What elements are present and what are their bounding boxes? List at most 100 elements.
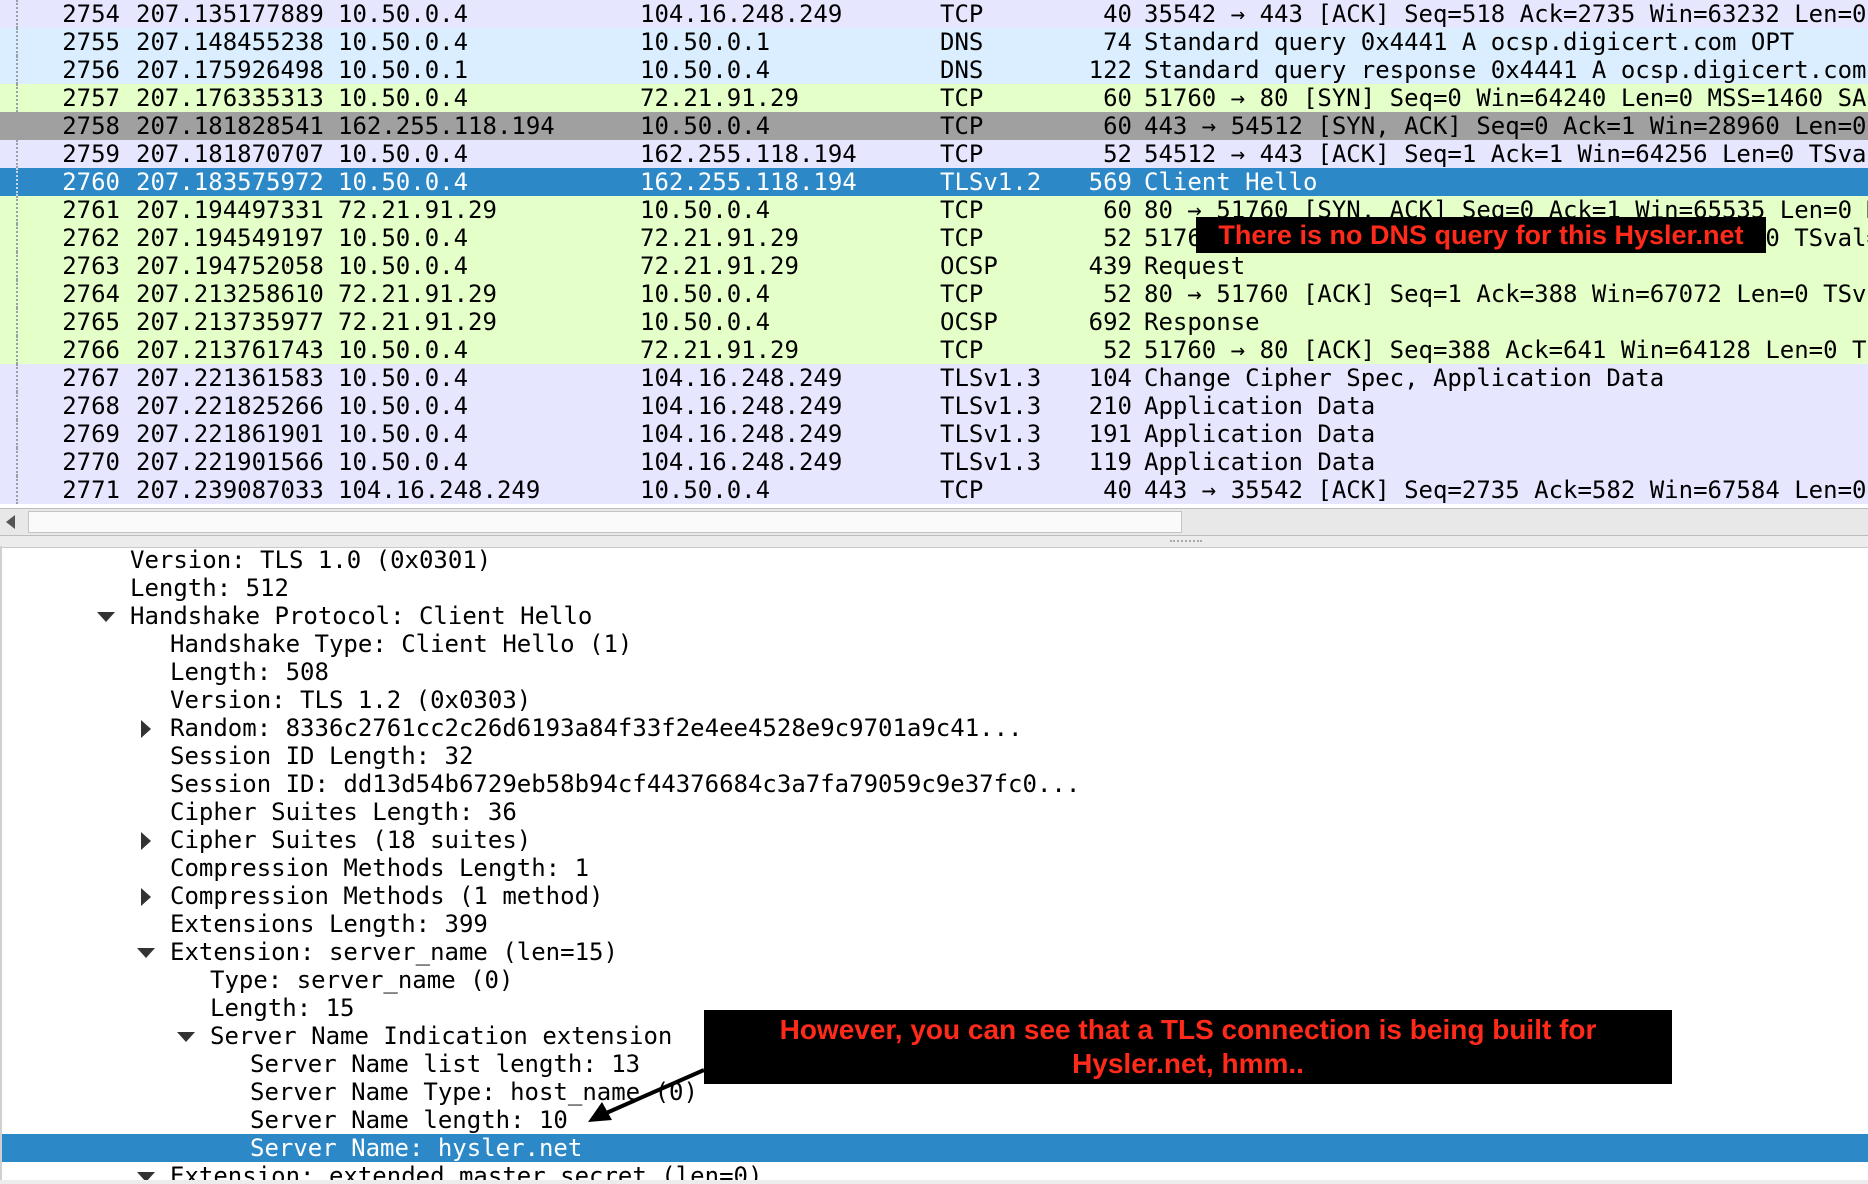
detail-tree-row[interactable]: Compression Methods (1 method) [2, 882, 1868, 910]
detail-tree-row[interactable]: Version: TLS 1.2 (0x0303) [2, 686, 1868, 714]
packet-row[interactable]: 2769 207.221861901 10.50.0.4 104.16.248.249… [0, 420, 1868, 448]
packet-time: 207.213258610 [136, 280, 324, 308]
packet-length: 52 [1103, 224, 1132, 252]
packet-info: Client Hello [1144, 168, 1318, 196]
packet-source: 10.50.0.4 [338, 168, 469, 196]
packet-info: 35542 → 443 [ACK] Seq=518 Ack=2735 Win=6… [1144, 0, 1867, 28]
collapse-right-triangle-icon[interactable] [134, 882, 158, 910]
packet-destination: 162.255.118.194 [640, 140, 857, 168]
packet-info: Standard query 0x4441 A ocsp.digicert.co… [1144, 28, 1795, 56]
packet-row[interactable]: 2771 207.239087033 104.16.248.249 10.50.0.4… [0, 476, 1868, 504]
packet-row[interactable]: 2757 207.176335313 10.50.0.4 72.21.91.29 TCP… [0, 84, 1868, 112]
packet-time: 207.181828541 [136, 112, 324, 140]
packet-length: 439 [1088, 252, 1132, 280]
detail-tree-row[interactable]: Handshake Protocol: Client Hello [2, 602, 1868, 630]
packet-details-tree[interactable]: Version: TLS 1.0 (0x0301) Length: 512 Hand… [0, 546, 1868, 1184]
detail-tree-row[interactable]: Server Name: hysler.net [2, 1134, 1868, 1162]
expand-down-triangle-icon[interactable] [134, 938, 158, 966]
detail-tree-row[interactable]: Server Name length: 10 [2, 1106, 1868, 1134]
detail-tree-row[interactable]: Length: 512 [2, 574, 1868, 602]
packet-length: 191 [1088, 420, 1132, 448]
packet-destination: 162.255.118.194 [640, 168, 857, 196]
packet-destination: 104.16.248.249 [640, 392, 843, 420]
detail-tree-row[interactable]: Handshake Type: Client Hello (1) [2, 630, 1868, 658]
packet-info: 443 → 54512 [SYN, ACK] Seq=0 Ack=1 Win=2… [1144, 112, 1867, 140]
packet-number: 2766 [62, 336, 120, 364]
packet-info: 51760 → 80 [SYN] Seq=0 Win=64240 Len=0 M… [1144, 84, 1868, 112]
packet-info: 80 → 51760 [ACK] Seq=1 Ack=388 Win=67072… [1144, 280, 1868, 308]
packet-row[interactable]: 2765 207.213735977 72.21.91.29 10.50.0.4 OCS… [0, 308, 1868, 336]
packet-time: 207.221825266 [136, 392, 324, 420]
detail-tree-row[interactable]: Version: TLS 1.0 (0x0301) [2, 546, 1868, 574]
packet-number: 2758 [62, 112, 120, 140]
collapse-right-triangle-icon[interactable] [134, 714, 158, 742]
packet-destination: 10.50.0.4 [640, 196, 771, 224]
detail-tree-row[interactable]: Length: 508 [2, 658, 1868, 686]
bottom-pane-splitter[interactable] [0, 1180, 1868, 1184]
detail-tree-row[interactable]: Cipher Suites (18 suites) [2, 826, 1868, 854]
packet-source: 104.16.248.249 [338, 476, 541, 504]
scrollbar-thumb[interactable] [28, 511, 1182, 533]
detail-text: Session ID: dd13d54b6729eb58b94cf4437668… [170, 770, 1081, 798]
expand-down-triangle-icon[interactable] [94, 602, 118, 630]
packet-row[interactable]: 2754 207.135177889 10.50.0.4 104.16.248.249… [0, 0, 1868, 28]
packet-row[interactable]: 2760 207.183575972 10.50.0.4 162.255.118.19… [0, 168, 1868, 196]
detail-tree-row[interactable]: Extensions Length: 399 [2, 910, 1868, 938]
packet-length: 210 [1088, 392, 1132, 420]
detail-tree-row[interactable]: Type: server_name (0) [2, 966, 1868, 994]
packet-row[interactable]: 2768 207.221825266 10.50.0.4 104.16.248.249… [0, 392, 1868, 420]
detail-text: Random: 8336c2761cc2c26d6193a84f33f2e4ee… [170, 714, 1023, 742]
packet-protocol: TCP [940, 140, 984, 168]
packet-row[interactable]: 2770 207.221901566 10.50.0.4 104.16.248.249… [0, 448, 1868, 476]
packet-row[interactable]: 2763 207.194752058 10.50.0.4 72.21.91.29 OCS… [0, 252, 1868, 280]
scroll-left-arrow-icon[interactable] [6, 515, 15, 529]
packet-length: 60 [1103, 112, 1132, 140]
packet-number: 2769 [62, 420, 120, 448]
packet-time: 207.175926498 [136, 56, 324, 84]
packet-destination: 104.16.248.249 [640, 420, 843, 448]
packet-row[interactable]: 2755 207.148455238 10.50.0.4 10.50.0.1 DNS 74… [0, 28, 1868, 56]
detail-text: Length: 15 [210, 994, 355, 1022]
packet-protocol: TLSv1.3 [940, 448, 1042, 476]
packet-length: 60 [1103, 196, 1132, 224]
packet-list[interactable]: 2754 207.135177889 10.50.0.4 104.16.248.249… [0, 0, 1868, 510]
packet-source: 10.50.0.4 [338, 252, 469, 280]
packet-row[interactable]: 2756 207.175926498 10.50.0.1 10.50.0.4 DNS 12… [0, 56, 1868, 84]
packet-protocol: TCP [940, 84, 984, 112]
packet-row[interactable]: 2766 207.213761743 10.50.0.4 72.21.91.29 TCP… [0, 336, 1868, 364]
packet-length: 569 [1088, 168, 1132, 196]
packet-number: 2768 [62, 392, 120, 420]
detail-tree-row[interactable]: Random: 8336c2761cc2c26d6193a84f33f2e4ee… [2, 714, 1868, 742]
detail-tree-row[interactable]: Cipher Suites Length: 36 [2, 798, 1868, 826]
packet-row[interactable]: 2758 207.181828541 162.255.118.194 10.50.0.… [0, 112, 1868, 140]
detail-text: Length: 512 [130, 574, 289, 602]
packet-length: 52 [1103, 336, 1132, 364]
packet-time: 207.148455238 [136, 28, 324, 56]
packet-number: 2771 [62, 476, 120, 504]
packet-list-horizontal-scrollbar[interactable] [0, 508, 1868, 536]
packet-time: 207.194497331 [136, 196, 324, 224]
detail-tree-row[interactable]: Session ID: dd13d54b6729eb58b94cf4437668… [2, 770, 1868, 798]
packet-destination: 104.16.248.249 [640, 0, 843, 28]
expand-down-triangle-icon[interactable] [174, 1022, 198, 1050]
packet-time: 207.213735977 [136, 308, 324, 336]
packet-number: 2767 [62, 364, 120, 392]
collapse-right-triangle-icon[interactable] [134, 826, 158, 854]
packet-length: 40 [1103, 476, 1132, 504]
packet-time: 207.176335313 [136, 84, 324, 112]
detail-text: Server Name: hysler.net [250, 1134, 583, 1162]
detail-text: Server Name Type: host_name (0) [250, 1078, 698, 1106]
packet-row[interactable]: 2759 207.181870707 10.50.0.4 162.255.118.19… [0, 140, 1868, 168]
detail-tree-row[interactable]: Session ID Length: 32 [2, 742, 1868, 770]
packet-row[interactable]: 2767 207.221361583 10.50.0.4 104.16.248.249… [0, 364, 1868, 392]
detail-tree-row[interactable]: Extension: server_name (len=15) [2, 938, 1868, 966]
packet-destination: 10.50.0.4 [640, 476, 771, 504]
tls-annotation-line-2: Hysler.net, hmm.. [1072, 1048, 1304, 1079]
detail-text: Server Name Indication extension [210, 1022, 673, 1050]
detail-text: Cipher Suites Length: 36 [170, 798, 517, 826]
detail-tree-row[interactable]: Compression Methods Length: 1 [2, 854, 1868, 882]
packet-protocol: OCSP [940, 308, 998, 336]
packet-row[interactable]: 2764 207.213258610 72.21.91.29 10.50.0.4 TCP… [0, 280, 1868, 308]
packet-source: 162.255.118.194 [338, 112, 555, 140]
packet-protocol: DNS [940, 28, 984, 56]
